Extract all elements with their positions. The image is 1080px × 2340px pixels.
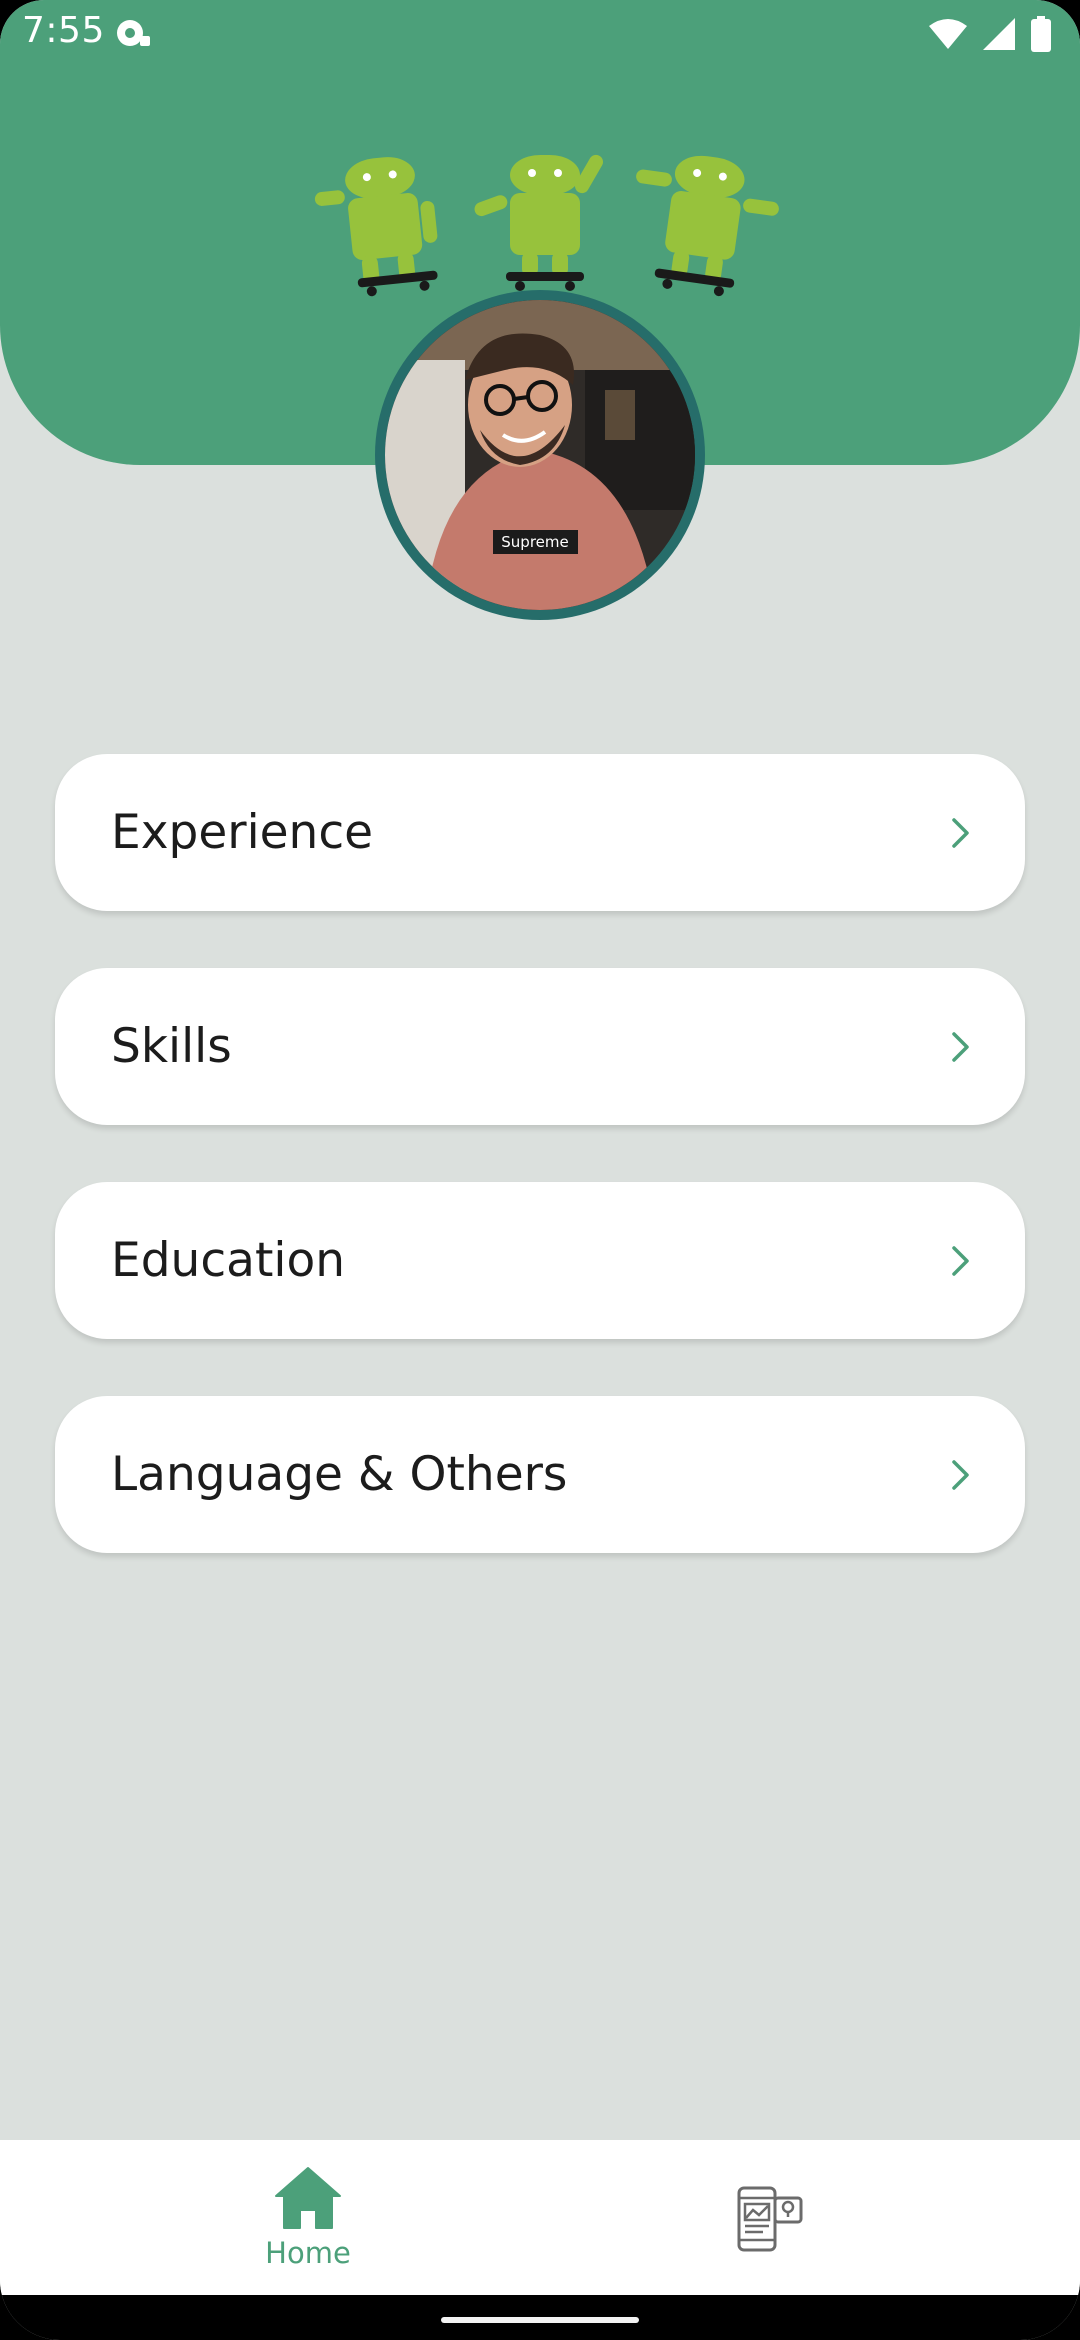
menu-item-experience[interactable]: Experience [55,754,1025,911]
home-icon [275,2166,341,2229]
chevron-right-icon [952,1245,969,1276]
wifi-icon [929,19,967,49]
svg-text:Supreme: Supreme [501,533,568,551]
menu-item-education[interactable]: Education [55,1182,1025,1339]
menu-item-label: Education [111,1233,345,1288]
android-skateboard-icon [314,154,779,297]
profile-avatar[interactable]: Supreme [375,290,705,620]
notification-icon [117,20,150,46]
nav-item-home[interactable]: Home [208,2140,408,2295]
profile-menu: Experience Skills Education Language & O… [55,754,1025,1610]
menu-item-skills[interactable]: Skills [55,968,1025,1125]
profile-photo: Supreme [385,300,695,610]
bottom-navigation: Home [0,2140,1080,2295]
projects-icon [737,2186,803,2251]
status-time: 7:55 [22,10,105,51]
chevron-right-icon [952,1459,969,1490]
app-screen: 7:55 Supreme Experience Skills Education… [0,0,1080,2340]
menu-item-label: Skills [111,1019,232,1074]
nav-label-home: Home [265,2235,351,2270]
nav-item-projects[interactable] [670,2140,870,2295]
signal-icon [983,18,1015,50]
status-icons [928,14,1052,54]
menu-item-label: Experience [111,805,374,860]
chevron-right-icon [952,817,969,848]
home-gesture-handle[interactable] [441,2317,639,2323]
menu-item-label: Language & Others [111,1447,568,1502]
system-gesture-bar [0,2295,1080,2340]
menu-item-language-others[interactable]: Language & Others [55,1396,1025,1553]
status-bar: 7:55 [0,0,1080,66]
chevron-right-icon [952,1031,969,1062]
battery-icon [1031,16,1051,52]
